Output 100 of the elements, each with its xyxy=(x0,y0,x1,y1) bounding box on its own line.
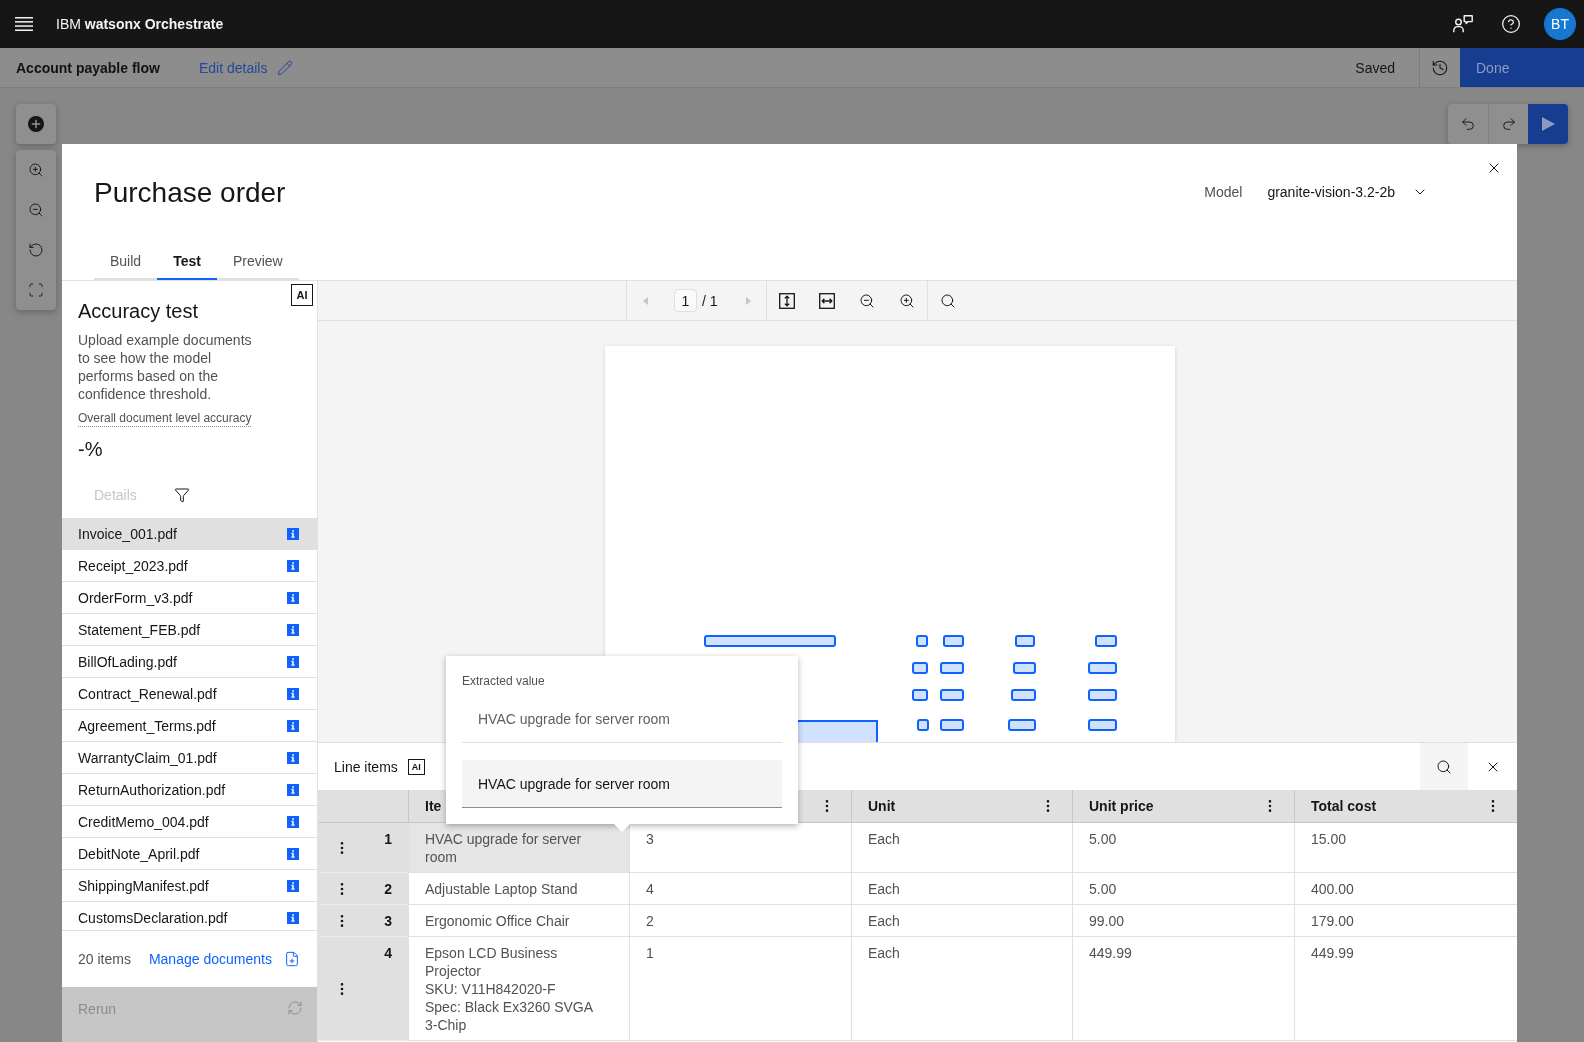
info-icon[interactable] xyxy=(287,719,299,732)
menu-icon[interactable] xyxy=(15,17,33,31)
info-icon[interactable] xyxy=(287,751,299,764)
table-cell: 400.00 xyxy=(1294,873,1517,905)
table-cell: 3 xyxy=(629,823,851,873)
table-cell[interactable]: Epson LCD Business Projector SKU: V11H842020-F Spec: Black Ex3260 SVGA 3-Chip xyxy=(408,937,629,1041)
info-icon[interactable] xyxy=(287,687,299,700)
bounding-box xyxy=(943,635,964,647)
bounding-box xyxy=(940,689,964,701)
bounding-box xyxy=(916,635,928,647)
page-number-input[interactable]: 1 xyxy=(674,289,697,312)
bounding-box xyxy=(1015,635,1035,647)
column-header: Ite xyxy=(425,798,442,814)
bounding-box xyxy=(912,689,928,701)
product-name: IBM watsonx Orchestrate xyxy=(56,15,224,33)
bounding-box xyxy=(1013,662,1036,674)
info-icon[interactable] xyxy=(287,591,299,604)
row-number: 3 xyxy=(384,912,392,930)
info-icon[interactable] xyxy=(287,879,299,892)
table-cell[interactable]: Adjustable Laptop Stand xyxy=(408,873,629,905)
bounding-box xyxy=(1088,662,1117,674)
column-header: Unit xyxy=(868,798,896,814)
help-icon[interactable] xyxy=(1501,14,1521,34)
table-cell: 15.00 xyxy=(1294,823,1517,873)
zoom-out-icon[interactable] xyxy=(859,292,875,309)
table-cell: Each xyxy=(851,905,1072,937)
info-icon[interactable] xyxy=(287,783,299,796)
tab[interactable]: Preview xyxy=(216,246,299,280)
table-cell: Each xyxy=(851,873,1072,905)
info-icon[interactable] xyxy=(287,911,299,924)
document-add-icon[interactable] xyxy=(283,951,300,967)
table-cell: 2 xyxy=(629,905,851,937)
search-icon[interactable] xyxy=(940,292,956,309)
bounding-box xyxy=(917,719,929,731)
run-button[interactable] xyxy=(1528,104,1568,144)
info-icon[interactable] xyxy=(287,847,299,860)
table-cell: 449.99 xyxy=(1072,937,1294,1041)
item-count: 20 items xyxy=(78,951,131,967)
tab[interactable]: Build xyxy=(94,246,158,280)
document-list-item[interactable]: Invoice_001.pdf xyxy=(62,518,317,550)
field-label: Extracted value xyxy=(462,673,546,689)
table-cell: 449.99 xyxy=(1294,937,1517,1041)
row-number: 4 xyxy=(384,944,392,962)
table-cell: Each xyxy=(851,823,1072,873)
plus-circle-icon[interactable] xyxy=(28,116,44,132)
manage-documents-link[interactable]: Manage documents xyxy=(148,951,300,967)
history-icon[interactable] xyxy=(1431,58,1449,77)
bounding-box xyxy=(1008,719,1036,731)
table-cell: 179.00 xyxy=(1294,905,1517,937)
table-cell: 4 xyxy=(629,873,851,905)
panel-title: Line items xyxy=(333,758,398,775)
table-cell: 5.00 xyxy=(1072,823,1294,873)
info-icon[interactable] xyxy=(287,527,299,540)
save-status: Saved xyxy=(1355,59,1395,76)
search-icon[interactable] xyxy=(1436,758,1452,775)
flow-title: Account payable flow xyxy=(15,59,161,76)
table-cell: 5.00 xyxy=(1072,873,1294,905)
bounding-box xyxy=(1095,635,1117,647)
column-header: Unit price xyxy=(1089,798,1154,814)
accuracy-value: -% xyxy=(78,437,104,462)
page-total: / 1 xyxy=(702,292,719,309)
redo-icon[interactable] xyxy=(1500,116,1517,132)
row-number: 2 xyxy=(384,880,392,898)
row-number: 1 xyxy=(384,830,392,848)
column-header: Total cost xyxy=(1311,798,1377,814)
ai-badge: AI xyxy=(291,284,313,306)
bounding-box xyxy=(1011,689,1036,701)
model-dropdown[interactable]: granite-vision-3.2-2b xyxy=(1267,180,1428,204)
bounding-box xyxy=(1088,689,1117,701)
info-icon[interactable] xyxy=(287,815,299,828)
table-cell: Each xyxy=(851,937,1072,1041)
table-cell: 1 xyxy=(629,937,851,1041)
table-cell[interactable]: Ergonomic Office Chair xyxy=(408,905,629,937)
value-input[interactable]: HVAC upgrade for server room xyxy=(462,760,782,808)
bounding-box xyxy=(912,662,928,674)
zoom-in-icon[interactable] xyxy=(899,292,915,309)
play-icon[interactable] xyxy=(1541,117,1555,131)
dialog-title: Purchase order xyxy=(94,176,286,210)
info-icon[interactable] xyxy=(287,655,299,668)
bounding-box xyxy=(940,719,964,731)
done-button[interactable]: Done xyxy=(1460,48,1584,87)
accuracy-label[interactable]: Overall document level accuracy xyxy=(78,411,252,427)
rotate-icon[interactable] xyxy=(28,242,44,258)
ai-badge: AI xyxy=(407,758,425,775)
table-cell[interactable]: HVAC upgrade for server room xyxy=(408,823,629,873)
tab[interactable]: Test xyxy=(157,246,217,280)
panel-title: Accuracy test xyxy=(78,299,200,323)
user-avatar[interactable]: BT xyxy=(1544,8,1576,40)
add-button[interactable] xyxy=(16,104,56,144)
bounding-box xyxy=(940,662,964,674)
user-chat-icon[interactable] xyxy=(1453,15,1473,33)
funnel-icon[interactable] xyxy=(173,487,190,503)
extracted-value-field: HVAC upgrade for server room xyxy=(462,695,782,743)
info-icon[interactable] xyxy=(287,623,299,636)
undo-icon[interactable] xyxy=(1460,116,1476,132)
table-cell: 99.00 xyxy=(1072,905,1294,937)
info-icon[interactable] xyxy=(287,559,299,572)
panel-description: Upload example documents to see how the model performs based on the confidence threshold. xyxy=(78,331,253,403)
model-label: Model xyxy=(1204,184,1243,200)
bounding-box xyxy=(1088,719,1117,731)
